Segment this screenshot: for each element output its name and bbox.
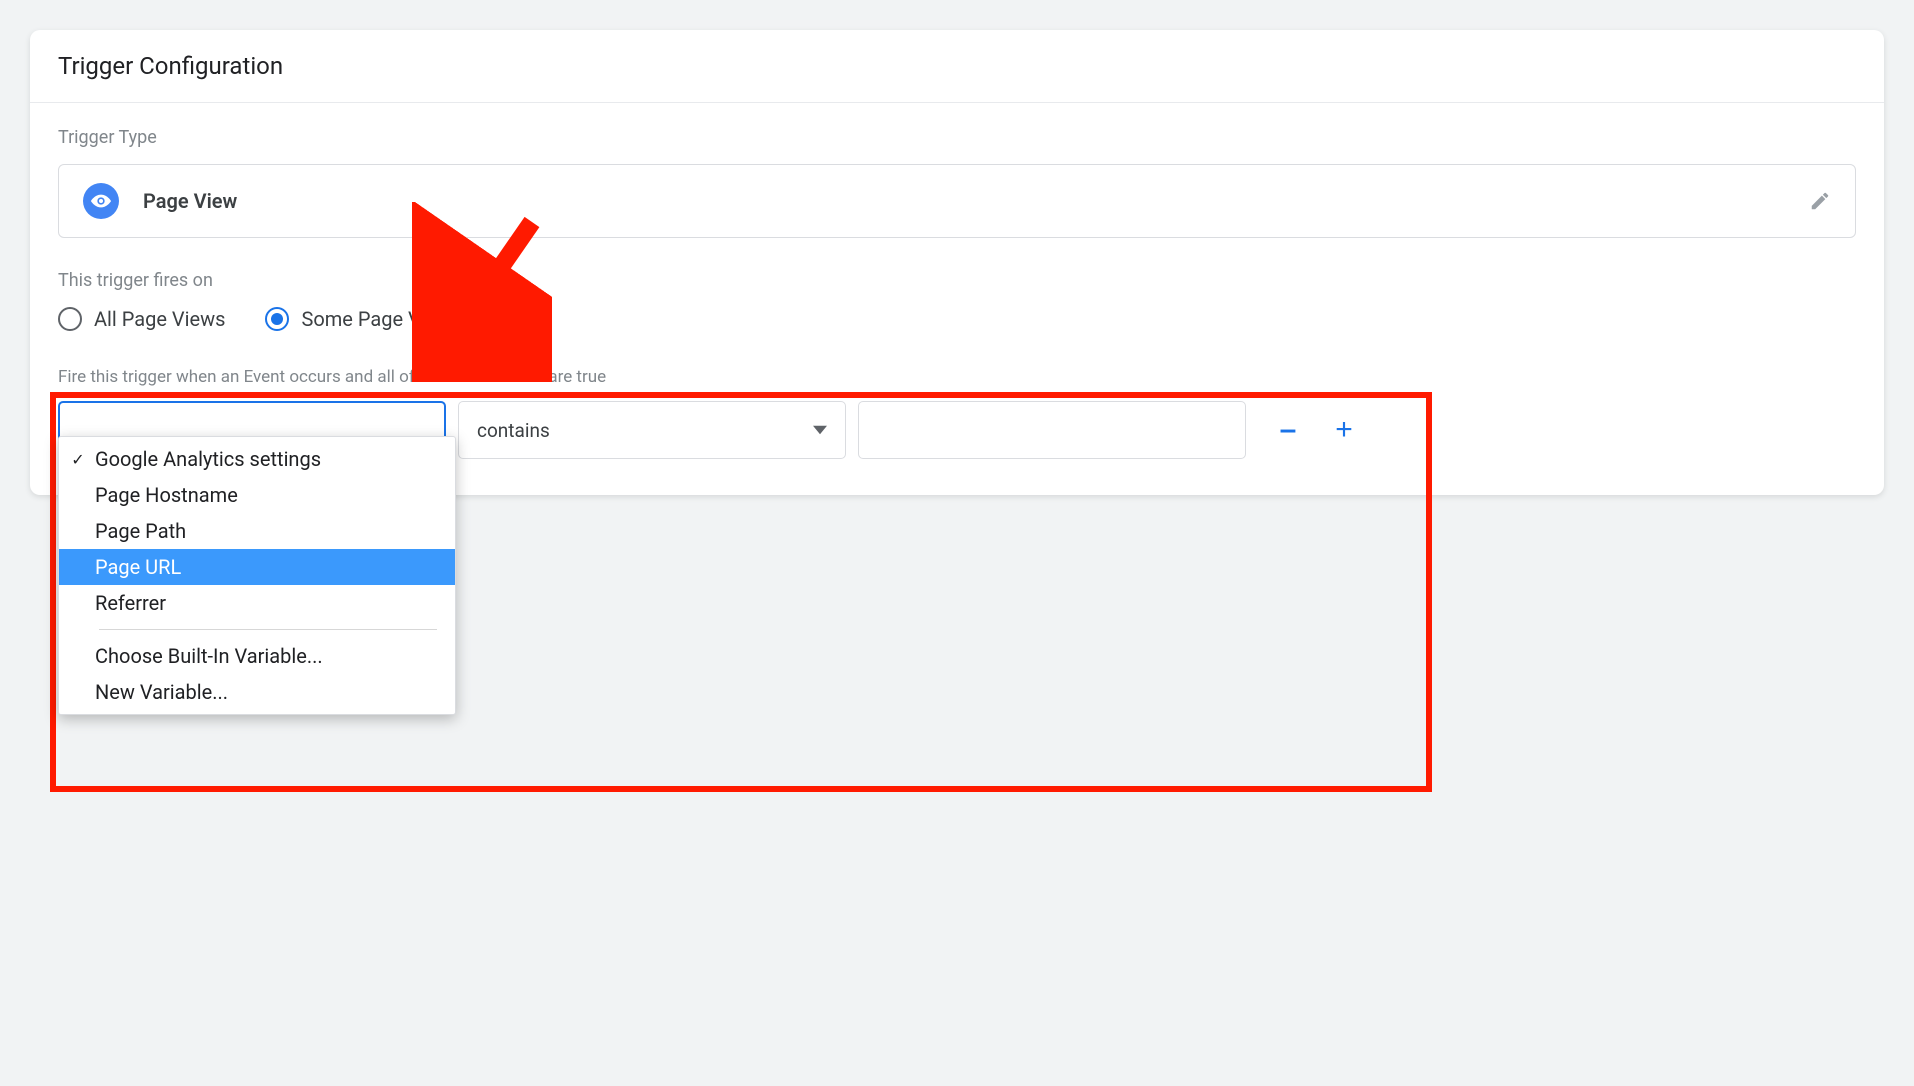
menu-item-label: Page URL [95,555,181,579]
trigger-type-left: Page View [83,183,237,219]
menu-divider [99,629,437,630]
menu-item-page-url[interactable]: Page URL [59,549,455,585]
row-buttons: – + [1264,406,1368,454]
radio-all-page-views[interactable]: All Page Views [58,307,225,331]
menu-item-new-variable[interactable]: New Variable... [59,674,455,710]
radio-circle-unselected [58,307,82,331]
chevron-down-icon [813,423,827,437]
menu-item-choose-builtin[interactable]: Choose Built-In Variable... [59,638,455,674]
menu-item-label: Page Path [95,519,186,543]
menu-item-page-hostname[interactable]: Page Hostname [59,477,455,513]
operator-label: contains [477,419,550,442]
fires-on-label: This trigger fires on [58,270,1856,291]
conditions-label: Fire this trigger when an Event occurs a… [58,367,1856,387]
menu-item-label: Referrer [95,591,166,615]
trigger-config-card: Trigger Configuration Trigger Type Page … [30,30,1884,495]
fires-on-radio-group: All Page Views Some Page Views [58,307,1856,331]
radio-some-page-views[interactable]: Some Page Views [265,307,461,331]
page-view-icon [83,183,119,219]
edit-icon[interactable] [1809,190,1831,212]
menu-item-referrer[interactable]: Referrer [59,585,455,621]
radio-label-some: Some Page Views [301,307,461,331]
trigger-type-label: Trigger Type [58,127,1856,148]
radio-dot [271,313,283,325]
add-condition-button[interactable]: + [1320,406,1368,454]
trigger-type-name: Page View [143,189,237,213]
check-icon: ✓ [69,450,87,469]
trigger-type-row[interactable]: Page View [58,164,1856,238]
variable-dropdown-menu[interactable]: ✓ Google Analytics settings Page Hostnam… [58,436,456,715]
menu-item-label: Google Analytics settings [95,447,321,471]
operator-dropdown[interactable]: contains [458,401,846,459]
card-header: Trigger Configuration [30,30,1884,103]
menu-item-label: Page Hostname [95,483,238,507]
menu-item-label: Choose Built-In Variable... [95,644,323,668]
menu-item-google-analytics-settings[interactable]: ✓ Google Analytics settings [59,441,455,477]
menu-item-page-path[interactable]: Page Path [59,513,455,549]
menu-item-label: New Variable... [95,680,228,704]
condition-value-input[interactable] [858,401,1246,459]
radio-circle-selected [265,307,289,331]
card-title: Trigger Configuration [58,52,1856,80]
radio-label-all: All Page Views [94,307,225,331]
remove-condition-button[interactable]: – [1264,406,1312,454]
